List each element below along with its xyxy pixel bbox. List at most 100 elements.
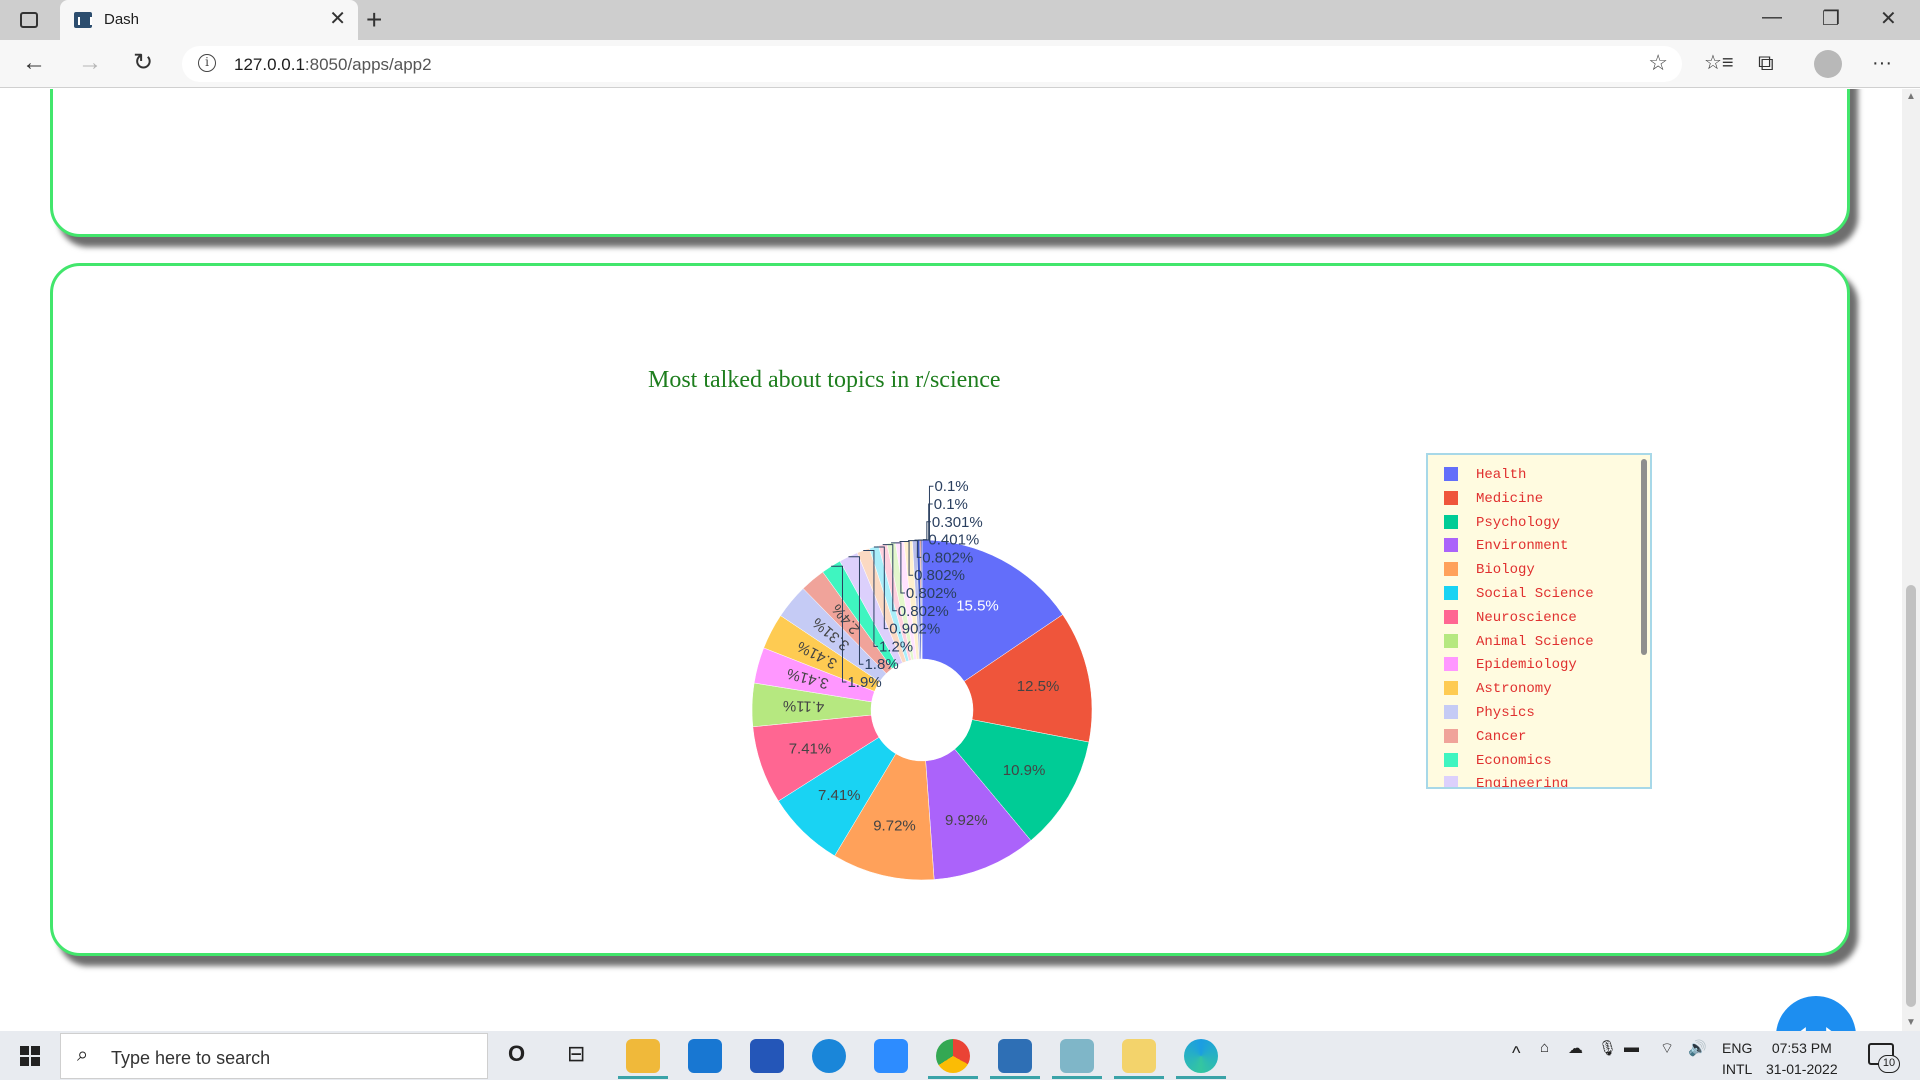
legend-label: Environment xyxy=(1476,538,1569,555)
slice-label-2: 10.9% xyxy=(1003,762,1046,779)
minimize-icon[interactable]: — xyxy=(1762,6,1782,29)
collections-icon[interactable]: ⧉ xyxy=(1758,48,1774,78)
legend-item[interactable]: Environment xyxy=(1444,534,1634,556)
app-icon-2[interactable] xyxy=(1060,1039,1094,1073)
new-tab-icon[interactable]: + xyxy=(366,4,382,36)
legend-label: Animal Science xyxy=(1476,633,1594,650)
legend-item[interactable]: Psychology xyxy=(1444,511,1634,533)
legend-item[interactable]: Economics xyxy=(1444,749,1634,771)
slice-label-22: 0.1% xyxy=(934,496,968,513)
slice-label-18: 0.802% xyxy=(914,567,965,584)
pie-chart[interactable]: 15.5% 12.5% 10.9% 9.92% 9.72% 7.41% 7.41% 4.11%… xyxy=(700,478,1260,909)
scroll-up-icon[interactable]: ▲ xyxy=(1906,91,1916,102)
forward-icon[interactable]: → xyxy=(78,48,102,78)
legend-swatch xyxy=(1444,586,1458,600)
slice-label-7: 4.11% xyxy=(783,697,825,715)
legend-item[interactable]: Neuroscience xyxy=(1444,606,1634,628)
legend-label: Cancer xyxy=(1476,728,1527,745)
battery-icon[interactable]: ▬ xyxy=(1624,1039,1639,1056)
legend-swatch xyxy=(1444,633,1458,648)
search-placeholder: Type here to search xyxy=(111,1048,271,1068)
legend-item[interactable]: Physics xyxy=(1444,701,1634,723)
zoom-icon[interactable] xyxy=(874,1039,908,1073)
top-card xyxy=(50,89,1850,237)
slice-label-4: 9.72% xyxy=(873,817,916,834)
dash-favicon-icon xyxy=(74,12,92,28)
taskbar-search-box[interactable]: ⌕ Type here to search xyxy=(60,1033,488,1079)
refresh-icon[interactable]: ↻ xyxy=(133,48,153,78)
legend-item[interactable]: Epidemiology xyxy=(1444,653,1634,675)
legend-label: Neuroscience xyxy=(1476,609,1577,626)
edge-icon[interactable] xyxy=(1184,1039,1218,1073)
add-favorite-icon[interactable]: ☆ xyxy=(1648,50,1668,76)
tray-overflow-icon[interactable]: ^ xyxy=(1512,1043,1520,1064)
legend-item[interactable]: Cancer xyxy=(1444,725,1634,747)
browser-tab-bar: Dash ✕ + — ❐ ✕ xyxy=(0,0,1920,40)
taskbar-clock[interactable]: 07:53 PM 31-01-2022 xyxy=(1766,1038,1838,1080)
restore-icon[interactable]: ❐ xyxy=(1822,6,1840,31)
legend-swatch xyxy=(1444,609,1458,624)
scrollbar-thumb[interactable] xyxy=(1906,585,1916,1007)
chart-legend[interactable]: Health Medicine Psychology Environment Biolo… xyxy=(1426,453,1652,789)
slice-label-23: 0.1% xyxy=(934,478,968,495)
legend-item[interactable]: Animal Science xyxy=(1444,630,1634,652)
slice-label-5: 7.41% xyxy=(818,787,861,804)
tray-device-icon[interactable]: ⌂ xyxy=(1540,1039,1549,1056)
legend-item[interactable]: Medicine xyxy=(1444,487,1634,509)
legend-item[interactable]: Social Science xyxy=(1444,582,1634,604)
scroll-down-icon[interactable]: ▼ xyxy=(1906,1017,1916,1028)
app-icon[interactable] xyxy=(812,1039,846,1073)
wifi-icon[interactable]: ⌔ xyxy=(1660,1039,1674,1058)
legend-swatch xyxy=(1444,776,1458,787)
back-icon[interactable]: ← xyxy=(22,48,46,78)
photos-active-indicator xyxy=(990,1076,1040,1079)
legend-item[interactable]: Biology xyxy=(1444,558,1634,580)
task-view-icon[interactable]: ⊟ xyxy=(567,1041,585,1067)
file-explorer-icon[interactable] xyxy=(626,1039,660,1073)
browser-tab-dash[interactable]: Dash ✕ xyxy=(60,0,358,40)
browser-toolbar: ← → ↻ i 127.0.0.1:8050/apps/app2 ☆ ☆≡ ⧉ … xyxy=(0,40,1920,88)
legend-label: Economics xyxy=(1476,752,1552,769)
chrome-icon[interactable] xyxy=(936,1039,970,1073)
more-menu-icon[interactable]: ··· xyxy=(1872,48,1892,78)
legend-item[interactable]: Engineering xyxy=(1444,772,1634,787)
tab-actions-icon[interactable] xyxy=(20,12,38,28)
chrome-active-indicator xyxy=(928,1076,978,1079)
slice-label-17: 0.802% xyxy=(906,585,957,602)
python-icon[interactable] xyxy=(1122,1039,1156,1073)
photos-icon[interactable] xyxy=(998,1039,1032,1073)
favorites-icon[interactable]: ☆≡ xyxy=(1704,48,1734,78)
legend-label: Epidemiology xyxy=(1476,657,1577,674)
onedrive-icon[interactable]: ☁ xyxy=(1568,1039,1583,1057)
search-icon: ⌕ xyxy=(77,1044,89,1066)
legend-item[interactable]: Health xyxy=(1444,463,1634,485)
volume-icon[interactable]: 🔊 xyxy=(1688,1039,1707,1057)
legend-swatch xyxy=(1444,514,1458,529)
legend-label: Social Science xyxy=(1476,586,1594,602)
window-close-icon[interactable]: ✕ xyxy=(1880,6,1897,31)
chart-title: Most talked about topics in r/science xyxy=(648,367,1001,393)
legend-swatch xyxy=(1444,467,1458,481)
legend-item[interactable]: Astronomy xyxy=(1444,677,1634,699)
tab-close-icon[interactable]: ✕ xyxy=(329,8,346,30)
store-icon[interactable] xyxy=(750,1039,784,1073)
address-bar[interactable]: i 127.0.0.1:8050/apps/app2 ☆ xyxy=(182,46,1682,82)
slice-label-12: 1.9% xyxy=(847,674,881,691)
language-layout: INTL xyxy=(1722,1061,1753,1077)
profile-avatar[interactable] xyxy=(1814,50,1842,78)
clock-time: 07:53 PM xyxy=(1771,1040,1832,1056)
page-content: Most talked about topics in r/science 15… xyxy=(0,89,1900,1031)
mail-icon[interactable] xyxy=(688,1039,722,1073)
slice-label-3: 9.92% xyxy=(945,812,988,829)
microphone-icon[interactable]: 🎙 xyxy=(1598,1039,1617,1057)
address-url[interactable]: 127.0.0.1:8050/apps/app2 xyxy=(234,55,432,75)
legend-swatch xyxy=(1444,728,1458,743)
site-info-icon[interactable]: i xyxy=(198,54,216,72)
cortana-icon[interactable]: O xyxy=(508,1041,525,1067)
legend-swatch xyxy=(1444,657,1458,672)
legend-scrollbar[interactable] xyxy=(1641,459,1647,655)
code-toggle-button[interactable]: ‹ › xyxy=(1776,996,1856,1031)
windows-start-icon[interactable] xyxy=(20,1046,40,1066)
page-scrollbar[interactable]: ▲ ▼ xyxy=(1902,89,1920,1031)
language-indicator[interactable]: ENG INTL xyxy=(1722,1038,1752,1080)
